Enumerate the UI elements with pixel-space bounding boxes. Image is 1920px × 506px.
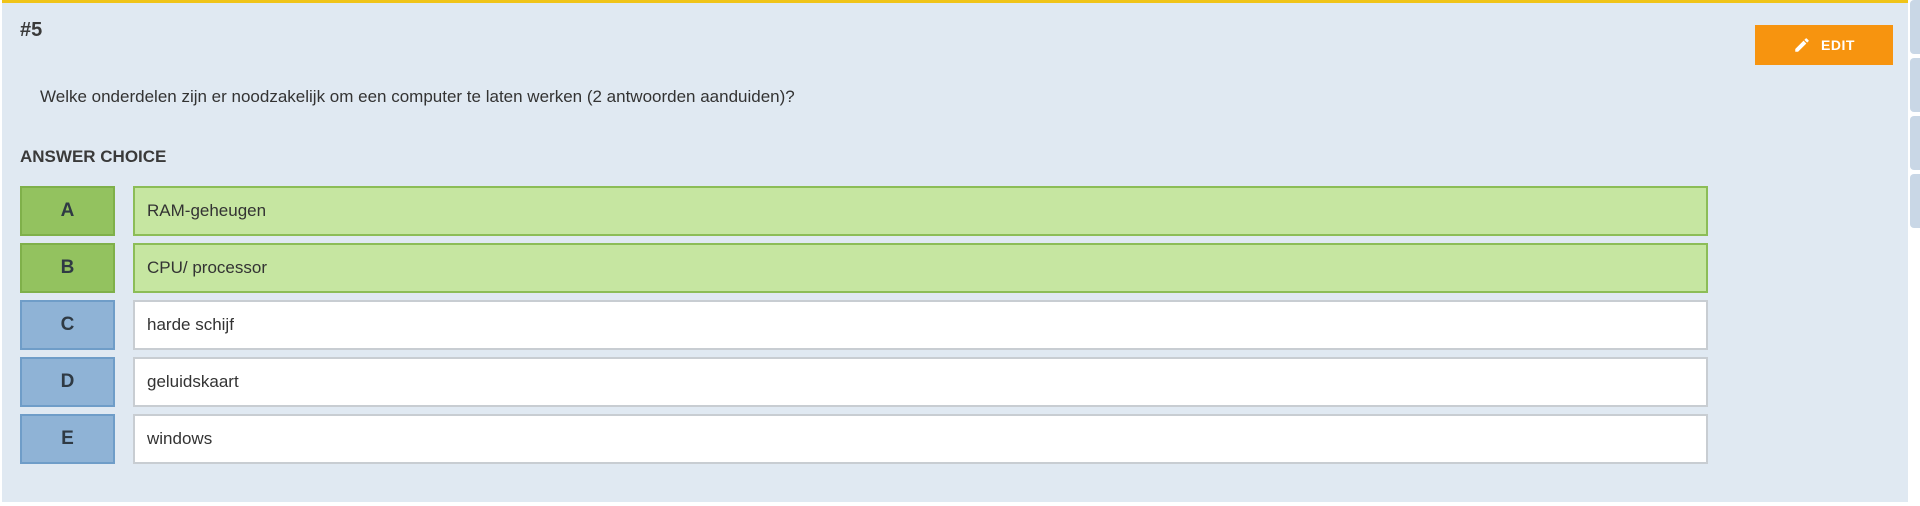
choice-text: RAM-geheugen: [133, 186, 1708, 236]
pencil-icon: [1793, 36, 1811, 54]
choice-text: windows: [133, 414, 1708, 464]
choice-text: harde schijf: [133, 300, 1708, 350]
choice-letter: E: [20, 414, 115, 464]
side-tab[interactable]: [1910, 116, 1920, 170]
choice-text: geluidskaart: [133, 357, 1708, 407]
answer-choice-d: D geluidskaart: [20, 357, 1708, 407]
question-card: #5 EDIT Welke onderdelen zijn er noodzak…: [2, 0, 1908, 502]
answer-choice-c: C harde schijf: [20, 300, 1708, 350]
answer-choice-list: A RAM-geheugen B CPU/ processor C harde …: [20, 186, 1708, 471]
side-tab[interactable]: [1910, 58, 1920, 112]
answer-choice-heading: ANSWER CHOICE: [20, 147, 167, 166]
answer-choice-e: E windows: [20, 414, 1708, 464]
choice-letter: C: [20, 300, 115, 350]
answer-choice-b: B CPU/ processor: [20, 243, 1708, 293]
answer-choice-a: A RAM-geheugen: [20, 186, 1708, 236]
side-tab[interactable]: [1910, 174, 1920, 228]
choice-letter: B: [20, 243, 115, 293]
edit-button[interactable]: EDIT: [1755, 25, 1893, 65]
question-number: #5: [20, 19, 43, 41]
side-tab[interactable]: [1910, 0, 1920, 54]
question-text: Welke onderdelen zijn er noodzakelijk om…: [40, 87, 795, 106]
choice-text: CPU/ processor: [133, 243, 1708, 293]
choice-letter: A: [20, 186, 115, 236]
choice-letter: D: [20, 357, 115, 407]
edit-button-label: EDIT: [1821, 37, 1855, 53]
side-tab-strip: [1908, 0, 1920, 506]
